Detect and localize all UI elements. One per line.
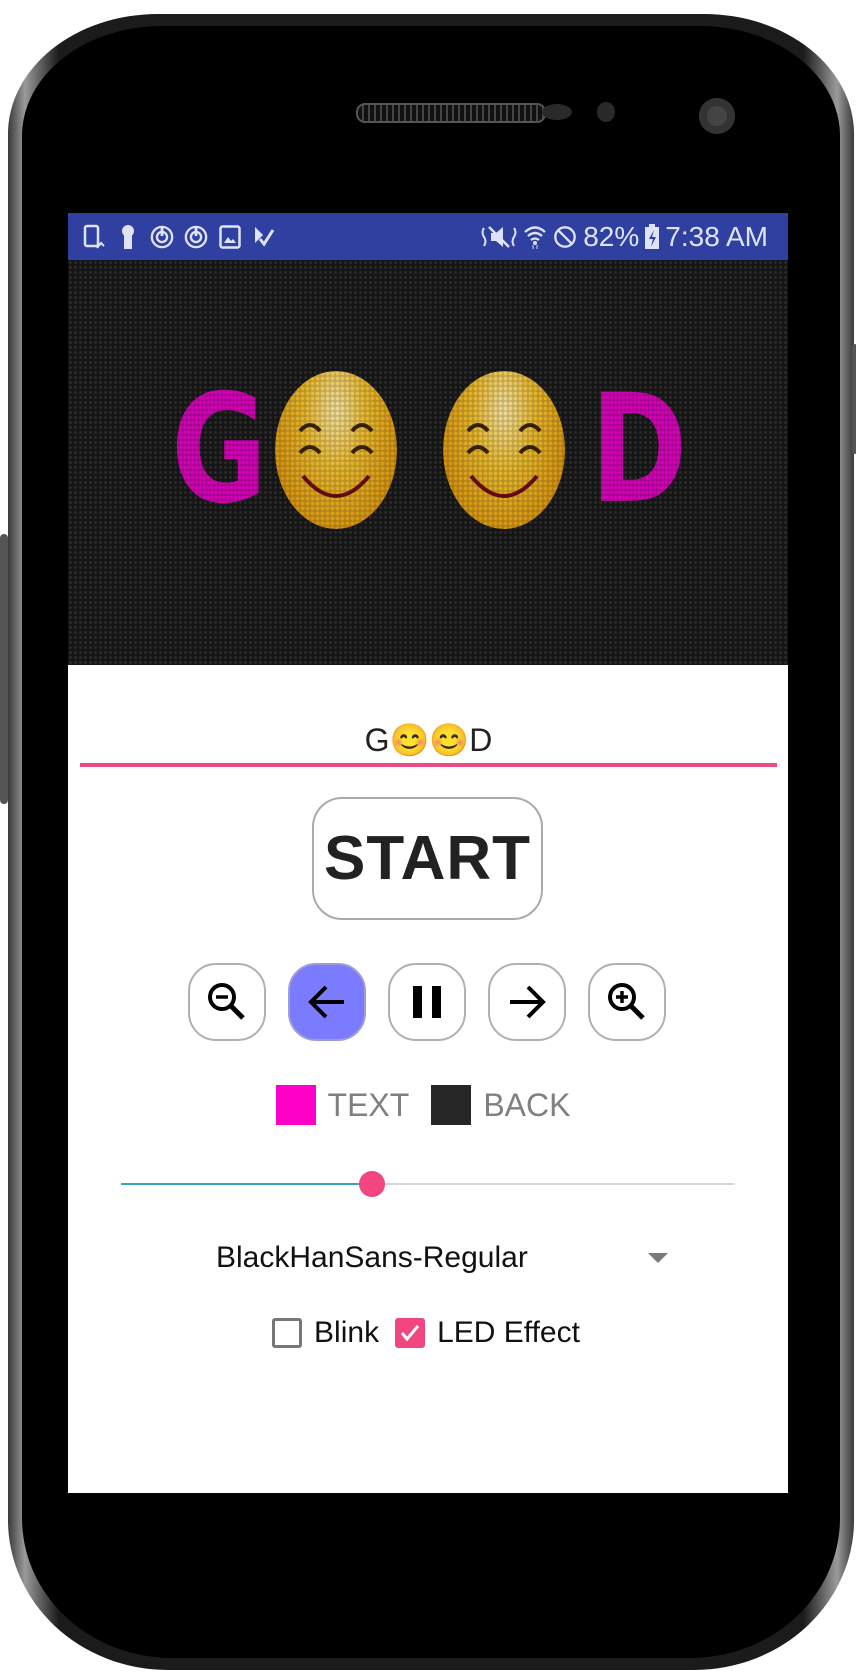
color-pickers: TEXT BACK [68,1084,788,1126]
checkbox-flag-icon [252,224,276,250]
volume-button [0,534,8,804]
blink-checkbox[interactable] [272,1318,303,1348]
arrow-left-icon [308,985,344,1019]
led-letter: G [171,363,267,537]
speed-slider[interactable] [121,1171,734,1197]
status-bar-notifications [82,213,276,260]
dropdown-arrow-icon[interactable] [648,1253,668,1263]
message-input[interactable]: G😊😊D [80,711,777,767]
earpiece-speaker [356,103,546,123]
wifi-icon [523,224,547,250]
device-screen: 82% 7:38 AM G D G😊😊D START TEXT BACK Bla… [68,213,788,1493]
pause-icon [413,986,441,1018]
message-input-value[interactable]: G😊😊D [80,721,777,759]
check-icon [400,1325,420,1342]
zoom-out-button[interactable] [188,963,266,1041]
led-smiling-face-icon [275,371,398,529]
vibrate-mute-icon [481,224,517,250]
slider-thumb[interactable] [359,1171,386,1197]
back-color-swatch[interactable] [431,1085,472,1125]
front-camera [699,98,735,134]
pause-button[interactable] [388,963,466,1041]
battery-percent: 82% [583,220,640,252]
font-dropdown[interactable]: BlackHanSans-Regular [216,1234,668,1282]
text-color-swatch[interactable] [275,1085,316,1125]
options-row: Blink LED Effect [68,1311,788,1355]
scroll-left-button[interactable] [288,963,366,1041]
clock: 7:38 AM [665,220,768,252]
status-bar-system: 82% 7:38 AM [481,213,768,260]
scroll-right-button[interactable] [488,963,566,1041]
status-bar: 82% 7:38 AM [68,213,788,260]
gallery-icon [218,224,242,250]
playback-controls [188,963,666,1043]
font-dropdown-value[interactable]: BlackHanSans-Regular [216,1241,528,1275]
keyhole-icon [116,224,140,250]
battery-charging-icon [645,223,660,250]
do-not-disturb-icon [553,224,577,250]
sync-icon [150,224,174,250]
zoom-out-icon [208,983,245,1020]
zoom-in-icon [608,983,645,1020]
led-effect-checkbox[interactable] [395,1318,426,1348]
back-color-label[interactable]: BACK [483,1087,570,1124]
light-sensor [597,102,615,122]
arrow-right-icon [510,985,546,1019]
start-button[interactable]: START [312,797,543,920]
slider-fill [121,1183,373,1185]
text-color-label[interactable]: TEXT [328,1087,410,1124]
proximity-sensor [542,104,572,120]
power-button [852,344,856,454]
led-effect-label[interactable]: LED Effect [437,1316,580,1350]
led-display-panel: G D [68,260,788,665]
sync-icon [184,224,208,250]
led-letter: D [590,363,688,537]
zoom-in-button[interactable] [588,963,666,1041]
led-smiling-face-icon [443,371,566,529]
blink-label[interactable]: Blink [314,1316,379,1350]
screen-rotate-icon [82,224,106,250]
led-scrolling-text: G D [68,370,788,530]
